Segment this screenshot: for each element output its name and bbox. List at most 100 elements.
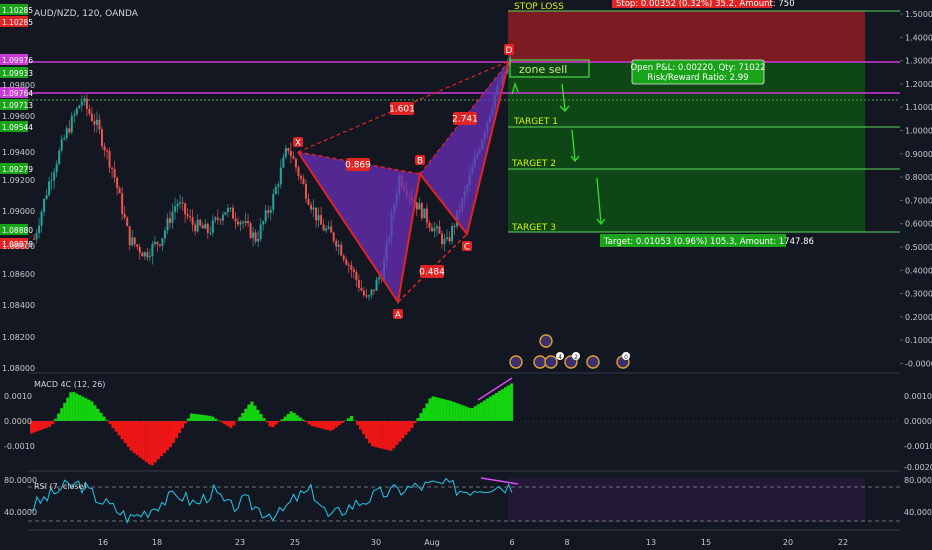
- macd-bar: [395, 421, 399, 446]
- rsi-right-tick: 80.0000: [904, 476, 932, 485]
- macd-bar: [359, 421, 363, 430]
- candle-body: [287, 148, 290, 152]
- position-pnl-text: Open P&L: 0.00220, Qty: 71022: [630, 63, 765, 73]
- macd-bar: [410, 421, 414, 428]
- candle-body: [143, 252, 146, 257]
- candle-body: [367, 295, 370, 297]
- event-marker[interactable]: [533, 355, 547, 369]
- candle-body: [60, 139, 63, 151]
- candle-body: [322, 224, 325, 231]
- candle-body: [73, 114, 76, 117]
- macd-bar: [316, 421, 320, 428]
- macd-bar: [328, 421, 332, 431]
- x-axis-tick: 25: [290, 538, 300, 547]
- candle-body: [274, 187, 277, 195]
- price-tag-text: 1.09933: [2, 69, 33, 78]
- x-axis-tick: 8: [564, 538, 569, 547]
- macd-bar: [334, 421, 339, 428]
- macd-bar: [165, 421, 169, 451]
- candle-body: [277, 184, 280, 188]
- ratio-label-xb: 0.869: [345, 158, 371, 171]
- macd-bar: [190, 413, 194, 421]
- target-1-label: TARGET 1: [513, 117, 558, 127]
- candle-body: [375, 279, 378, 291]
- candle-body: [307, 198, 310, 205]
- candle-body: [53, 172, 56, 181]
- right-axis-tick: 0.3000: [905, 290, 932, 299]
- candle-body: [342, 255, 345, 260]
- x-axis-tick: 22: [838, 538, 848, 547]
- price-tag-text: 1.09279: [2, 165, 33, 174]
- macd-tick: 0.0000: [4, 417, 32, 426]
- candle-body: [211, 220, 214, 233]
- macd-bar: [407, 421, 411, 432]
- pattern-point-x: X: [293, 137, 303, 149]
- candle-body: [264, 210, 267, 222]
- macd-bar: [331, 421, 335, 430]
- macd-bar: [45, 421, 49, 428]
- candle-body: [237, 221, 239, 225]
- macd-bar: [129, 421, 133, 451]
- macd-bar: [48, 421, 52, 427]
- position-rr-text: Risk/Reward Ratio: 2.99: [647, 73, 748, 83]
- candle-body: [423, 208, 426, 219]
- candle-body: [435, 226, 438, 229]
- candle-body: [362, 290, 365, 296]
- macd-bar: [464, 406, 468, 421]
- macd-bar: [307, 421, 311, 425]
- candle-body: [373, 289, 375, 291]
- candle-body: [90, 113, 93, 122]
- candle-body: [446, 237, 449, 239]
- macd-bar: [404, 421, 408, 435]
- event-marker[interactable]: [509, 355, 523, 369]
- macd-bar: [132, 421, 136, 453]
- candle-body: [50, 180, 53, 182]
- candle-body: [199, 219, 202, 226]
- macd-bar: [274, 421, 278, 425]
- macd-bar: [51, 421, 55, 425]
- left-axis-tick: 1.09800: [2, 81, 35, 90]
- candle-body: [45, 195, 48, 199]
- candle-body: [33, 239, 35, 241]
- candle-body: [430, 227, 433, 232]
- candle-body: [438, 226, 441, 234]
- macd-bar: [174, 421, 179, 439]
- stop-loss-label: STOP LOSS: [514, 2, 564, 12]
- macd-bar: [87, 399, 91, 421]
- candle-body: [415, 202, 418, 210]
- svg-text:B: B: [417, 157, 423, 167]
- macd-bar: [377, 421, 381, 448]
- macd-bar: [72, 392, 76, 421]
- x-axis-tick: 20: [783, 538, 793, 547]
- event-marker[interactable]: [586, 355, 600, 369]
- svg-text:A: A: [395, 311, 402, 321]
- event-marker[interactable]: [539, 334, 553, 348]
- candle-body: [70, 116, 73, 133]
- candle-body: [186, 214, 189, 217]
- macd-bar: [510, 383, 514, 421]
- candle-body: [204, 223, 207, 229]
- target-zone: [508, 62, 865, 232]
- candle-body: [35, 233, 38, 240]
- target-2-label: TARGET 2: [511, 159, 556, 169]
- macd-bar: [374, 421, 378, 448]
- macd-tick: -0.0010: [4, 442, 35, 451]
- x-axis-tick: 6: [509, 538, 514, 547]
- candle-body: [219, 219, 222, 221]
- candle-body: [378, 277, 381, 280]
- macd-bar: [199, 414, 203, 421]
- candle-body: [38, 225, 41, 234]
- event-marker[interactable]: [544, 355, 558, 369]
- x-axis-tick: 13: [646, 538, 656, 547]
- macd-bar: [33, 421, 37, 433]
- macd-bar: [193, 413, 197, 421]
- candle-body: [226, 208, 229, 213]
- macd-bar: [271, 421, 275, 428]
- macd-bar: [211, 416, 215, 421]
- macd-bar: [259, 413, 263, 421]
- candle-body: [360, 288, 363, 291]
- candle-body: [196, 219, 199, 232]
- macd-bar: [256, 409, 260, 421]
- right-axis-tick: 1.0000: [905, 127, 932, 136]
- candle-body: [189, 216, 192, 218]
